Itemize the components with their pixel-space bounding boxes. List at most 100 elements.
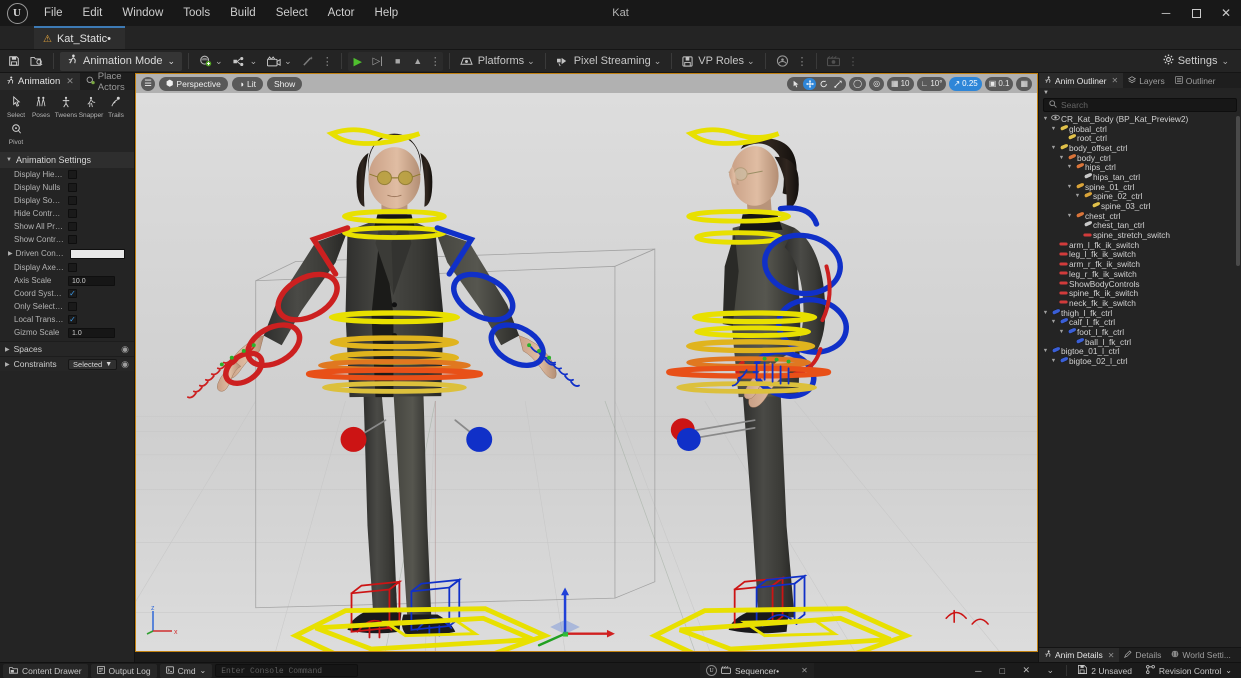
lit-button[interactable]: ◑ Lit xyxy=(231,76,263,91)
blueprint-button[interactable]: ⌄ xyxy=(229,52,262,71)
property-row-display-sockets[interactable]: Display Sockets xyxy=(0,194,134,207)
browse-content-icon[interactable] xyxy=(26,52,47,71)
close-icon[interactable]: ✕ xyxy=(66,76,74,87)
output-log-button[interactable]: Output Log xyxy=(90,663,157,678)
menu-item-tools[interactable]: Tools xyxy=(173,0,220,26)
cinematics-button[interactable]: ⌄ xyxy=(263,52,296,71)
close-icon[interactable]: ✕ xyxy=(1112,76,1119,85)
tree-node[interactable]: spine_fk_ik_switch xyxy=(1039,288,1241,298)
select-tool-button[interactable]: Select xyxy=(4,94,28,121)
menu-item-file[interactable]: File xyxy=(34,0,73,26)
outliner-filter-row[interactable]: ▼ xyxy=(1039,88,1241,97)
tab-animation[interactable]: Animation ✕ xyxy=(0,73,80,90)
chevron-down-icon[interactable]: ▼ xyxy=(1041,348,1050,354)
magic-wand-icon[interactable] xyxy=(298,52,318,71)
viewport-options-icon[interactable]: ☰ xyxy=(141,76,155,91)
tree-node[interactable]: ShowBodyControls xyxy=(1039,279,1241,289)
play-button[interactable]: ▶ xyxy=(348,52,368,71)
trails-tool-button[interactable]: Trails xyxy=(104,94,128,121)
menu-item-help[interactable]: Help xyxy=(365,0,409,26)
property-row-hide-control-shapes[interactable]: Hide Control S... xyxy=(0,207,134,220)
console-command-input[interactable]: Enter Console Command xyxy=(215,664,359,677)
spaces-settings-icon[interactable]: ◉ xyxy=(121,344,129,355)
tab-layers[interactable]: Layers xyxy=(1123,73,1170,88)
chevron-down-icon[interactable]: ▼ xyxy=(1041,116,1050,122)
constraints-section-header[interactable]: ▶ Constraints Selected ▼ ◉ xyxy=(0,356,134,371)
platforms-button[interactable]: Platforms ⌄ xyxy=(456,52,539,71)
tree-node[interactable]: ▼ chest_ctrl xyxy=(1039,211,1241,221)
hide-control-shapes-checkbox[interactable] xyxy=(68,209,77,218)
menu-item-window[interactable]: Window xyxy=(112,0,173,26)
property-row-only-select-rig[interactable]: Only Select Rig... xyxy=(0,300,134,313)
panel-close-button[interactable]: ✕ xyxy=(1015,664,1037,678)
revision-control-button[interactable]: Revision Control ⌄ xyxy=(1140,664,1238,678)
chevron-down-icon[interactable]: ▼ xyxy=(1049,358,1058,364)
menu-item-edit[interactable]: Edit xyxy=(73,0,113,26)
tree-node[interactable]: chest_tan_ctrl xyxy=(1039,220,1241,230)
world-space-button[interactable]: ◎ xyxy=(869,76,885,91)
animation-mode-button[interactable]: Animation Mode ⌄ xyxy=(60,51,183,71)
play-options-menu[interactable]: ⋮ xyxy=(428,55,443,68)
close-button[interactable]: ✕ xyxy=(1211,0,1241,26)
rotate-mode-button[interactable] xyxy=(817,78,830,90)
spaces-section-header[interactable]: ▶ Spaces ◉ xyxy=(0,341,134,356)
pixel-streaming-button[interactable]: Pixel Streaming ⌄ xyxy=(552,52,666,71)
constraints-dropdown[interactable]: Selected ▼ xyxy=(68,358,118,370)
vp-roles-button[interactable]: VP Roles ⌄ xyxy=(678,52,758,71)
display-axes-checkbox[interactable] xyxy=(68,263,77,272)
tab-details[interactable]: Details xyxy=(1119,648,1166,662)
remote-control-menu[interactable]: ⋮ xyxy=(795,55,810,68)
unsaved-button[interactable]: 2 Unsaved xyxy=(1072,664,1138,678)
menu-item-build[interactable]: Build xyxy=(220,0,266,26)
minimize-button[interactable]: ─ xyxy=(1151,0,1181,26)
chevron-down-icon[interactable]: ▼ xyxy=(1065,184,1074,190)
chevron-down-icon[interactable]: ▼ xyxy=(1057,329,1066,335)
tab-world-settings[interactable]: World Setti... xyxy=(1166,648,1236,662)
tree-node[interactable]: root_ctrl xyxy=(1039,133,1241,143)
chevron-down-icon[interactable]: ▼ xyxy=(1041,310,1050,316)
tree-node[interactable]: ▼ thigh_l_fk_ctrl xyxy=(1039,308,1241,318)
tab-anim-details[interactable]: Anim Details ✕ xyxy=(1039,648,1120,662)
property-row-show-controls[interactable]: Show Controls... xyxy=(0,233,134,246)
tree-node[interactable]: spine_03_ctrl xyxy=(1039,201,1241,211)
close-icon[interactable]: ✕ xyxy=(801,666,808,675)
tree-node[interactable]: ▼ body_offset_ctrl xyxy=(1039,143,1241,153)
axis-scale-input[interactable]: 10.0 xyxy=(68,275,115,286)
viewport-layout-button[interactable]: ▦ xyxy=(1016,76,1032,91)
tree-node[interactable]: hips_tan_ctrl xyxy=(1039,172,1241,182)
snapper-tool-button[interactable]: Snapper xyxy=(79,94,103,121)
camera-speed-button[interactable]: ▣ 0.1 xyxy=(984,76,1014,91)
maximize-button[interactable] xyxy=(1181,0,1211,26)
tweens-tool-button[interactable]: Tweens xyxy=(54,94,78,121)
tree-node[interactable]: spine_stretch_switch xyxy=(1039,230,1241,240)
settings-button[interactable]: Settings ⌄ xyxy=(1155,52,1237,71)
display-sockets-checkbox[interactable] xyxy=(68,196,77,205)
toolbar-overflow-menu[interactable]: ⋮ xyxy=(320,55,335,68)
tab-place-actors[interactable]: Place Actors xyxy=(79,71,134,93)
tree-node[interactable]: leg_r_fk_ik_switch xyxy=(1039,269,1241,279)
unreal-logo-icon[interactable]: U xyxy=(0,0,34,26)
rotation-snap-button[interactable]: ∟ 10° xyxy=(916,76,947,91)
chevron-down-icon[interactable]: ▼ xyxy=(1049,145,1058,151)
property-row-display-nulls[interactable]: Display Nulls xyxy=(0,181,134,194)
tree-node[interactable]: leg_l_fk_ik_switch xyxy=(1039,249,1241,259)
save-icon[interactable] xyxy=(4,52,24,71)
chevron-down-icon[interactable]: ▼ xyxy=(1065,164,1074,170)
scale-snap-button[interactable]: ↗ 0.25 xyxy=(949,76,982,91)
pivot-tool-button[interactable]: Pivot xyxy=(4,121,28,148)
remote-control-icon[interactable] xyxy=(772,52,793,71)
stop-button[interactable]: ■ xyxy=(388,52,408,71)
property-row-display-axes[interactable]: Display Axes o... xyxy=(0,261,134,274)
chevron-down-icon[interactable]: ▼ xyxy=(1057,155,1066,161)
tree-node[interactable]: ▼ spine_01_ctrl xyxy=(1039,182,1241,192)
animation-settings-header[interactable]: ▼ Animation Settings xyxy=(0,152,134,168)
outliner-search[interactable]: Search xyxy=(1043,98,1237,112)
tab-outliner[interactable]: Outliner xyxy=(1170,73,1221,88)
tab-anim-outliner[interactable]: Anim Outliner ✕ xyxy=(1039,73,1124,88)
tree-node[interactable]: ▼ calf_l_fk_ctrl xyxy=(1039,317,1241,327)
display-nulls-checkbox[interactable] xyxy=(68,183,77,192)
property-row-coord-system[interactable]: Coord System... ✓ xyxy=(0,287,134,300)
display-hierarchy-checkbox[interactable] xyxy=(68,170,77,179)
tree-node[interactable]: ▼ bigtoe_01_l_ctrl xyxy=(1039,346,1241,356)
perspective-button[interactable]: ⬢ Perspective xyxy=(159,76,228,91)
